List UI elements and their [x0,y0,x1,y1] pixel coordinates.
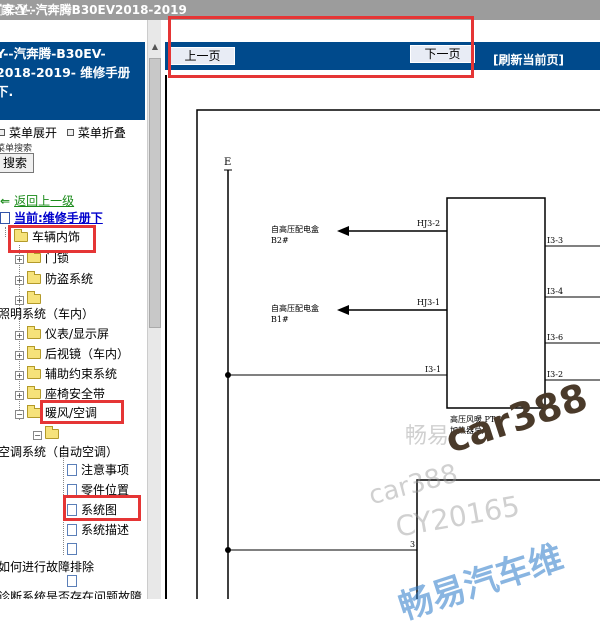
tree-item-label: 空调系统（自动空调） [0,445,119,459]
tree-item-label: 系统描述 [81,523,130,537]
expand-plus-icon[interactable]: + [15,371,24,380]
folder-open-icon [27,405,41,418]
pin-label: I3-4 [547,287,563,296]
back-arrow-icon: ⇐ [0,194,11,208]
folder-icon [27,250,41,263]
folder-icon [27,291,41,304]
tree-item-label: 防盗系统 [45,272,94,286]
current-link-label[interactable]: 当前:维修手册下 [14,211,103,225]
expand-plus-icon[interactable]: + [15,296,24,305]
tree-item-label: 注意事项 [81,463,130,477]
arrow-left-icon [337,305,349,315]
tree-item-hvac-sub[interactable]: − [33,425,63,443]
pin-label: I3-6 [547,333,563,342]
menu-collapse-button[interactable]: 菜单折叠 [78,126,126,140]
junction-dot [225,372,231,378]
search-button[interactable]: 搜索 [0,153,34,173]
back-link-label[interactable]: 返回上一级 [14,194,74,208]
expand-plus-icon[interactable]: + [15,255,24,264]
tree-item-mirror[interactable]: + 后视镜（车内） [15,345,129,363]
highlight-nav-buttons [168,16,474,78]
tree-item-interior-lighting[interactable]: 照明系统（车内） [0,305,94,323]
page-icon [67,543,77,555]
highlight-system-diagram [63,495,141,521]
collapse-icon [66,129,74,136]
sidebar-title: Y--汽奔腾-B30EV- 2018-2019- 维修手册 下. [0,42,145,120]
tree-item-blank-page[interactable] [67,540,81,558]
arrow-left-icon [337,226,349,236]
expand-plus-icon[interactable]: + [15,331,24,340]
pin-label: HJ3-2 [417,219,440,228]
tree-item-label: 后视镜（车内） [45,347,130,361]
expand-icon [0,129,5,136]
ground-label: E [224,157,231,168]
folder-icon [27,326,41,339]
tree-item-diagnose[interactable]: 诊断系统是否存在问题故障 [0,588,142,599]
sidebar-title-line3: 下. [0,84,14,99]
expand-plus-icon[interactable]: + [15,276,24,285]
current-model-label: 当前车型： [0,3,41,17]
tree-item-precautions[interactable]: 注意事项 [67,461,129,479]
folder-icon [27,346,41,359]
source-label: 自高压配电盒 [271,224,319,234]
highlight-hvac [40,400,124,424]
tree-item-label: 门锁 [45,251,70,265]
collapse-minus-icon[interactable]: − [15,410,24,419]
source-ref: B2# [271,236,289,245]
menu-expand-button[interactable]: 菜单展开 [9,126,57,140]
page-icon [67,575,77,587]
book-icon [0,212,10,224]
back-link[interactable]: ⇐ 返回上一级 [0,192,74,210]
scroll-up-icon[interactable]: ▲ [149,42,161,54]
tree-item-label: 座椅安全带 [45,387,106,401]
junction-dot [225,547,231,553]
tree-item-label: 照明系统（车内） [0,307,95,321]
page-icon [67,524,77,536]
tree-item-restraint[interactable]: + 辅助约束系统 [15,365,117,383]
ptc-heater-box [446,197,546,409]
refresh-page-link[interactable]: [刷新当前页] [493,51,564,68]
sidebar-title-line2: 2018-2019- 维修手册 [0,65,131,80]
pin-label: I3-1 [425,365,441,374]
source-label: 自高压配电盒 [271,303,319,313]
folder-icon [27,366,41,379]
sidebar-scrollbar[interactable]: ▲ [147,20,161,599]
folder-open-icon [45,426,59,439]
scroll-thumb[interactable] [149,58,161,328]
menu-controls: 菜单展开 菜单折叠 [0,124,145,140]
tree-item-label: 诊断系统是否存在问题故障 [0,590,143,599]
pin-label: I3-3 [547,236,563,245]
wiring-diagram: E 自高压配电盒 B2# 自高压配电盒 B1# HJ3-2 HJ3-1 I3-1… [196,109,600,599]
collapse-minus-icon[interactable]: − [33,431,42,440]
pin-label: I3-2 [547,370,563,379]
tree-item-label: 仪表/显示屏 [45,327,110,341]
source-ref: B1# [271,315,289,324]
tree-item-instrument[interactable]: + 仪表/显示屏 [15,325,109,343]
sidebar-title-line1: Y--汽奔腾-B30EV- [0,46,106,61]
highlight-interior [8,225,96,253]
folder-icon [27,271,41,284]
tree-item-label: 辅助约束系统 [45,367,118,381]
expand-plus-icon[interactable]: + [15,391,24,400]
folder-icon [27,386,41,399]
tree-item-system-description[interactable]: 系统描述 [67,521,129,539]
tree-item-anti-theft[interactable]: + 防盗系统 [15,270,93,288]
tree-line [5,227,6,237]
expand-plus-icon[interactable]: + [15,351,24,360]
pin-label: HJ3-1 [417,298,440,307]
page-icon [67,464,77,476]
tree-item-auto-ac[interactable]: 空调系统（自动空调） [0,443,118,461]
